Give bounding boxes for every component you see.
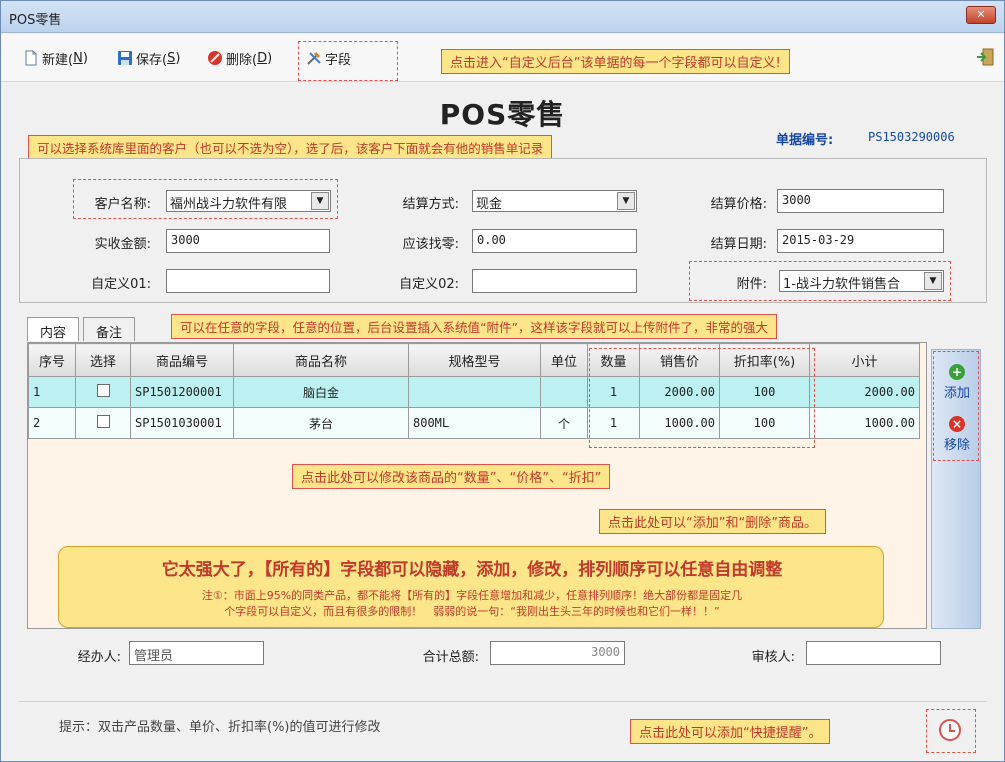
chevron-down-icon[interactable]: ▼: [311, 192, 329, 210]
row-subtotal: 1000.00: [809, 407, 920, 439]
new-doc-icon: [23, 50, 39, 66]
tab-strip: 内容 备注: [27, 317, 139, 341]
custom02-input[interactable]: [472, 269, 637, 293]
attachment-select[interactable]: 1-战斗力软件销售合 ▼: [779, 270, 944, 292]
customer-callout: 可以选择系统库里面的客户（也可以不选为空），选了后，该客户下面就会有他的销售单记…: [28, 135, 553, 160]
col-header[interactable]: 商品编号: [130, 343, 234, 377]
row-checkbox[interactable]: [96, 384, 110, 397]
add-remove-callout: 点击此处可以“添加”和“删除”商品。: [599, 509, 826, 534]
tab-remarks[interactable]: 备注: [83, 317, 136, 341]
row-unit: 个: [540, 407, 588, 439]
handler-label: 经办人:: [77, 650, 121, 665]
new-key: N: [73, 50, 83, 66]
settle-method-select[interactable]: 现金 ▼: [472, 190, 637, 212]
save-button[interactable]: 保存(S): [117, 48, 180, 68]
save-key: S: [167, 50, 176, 66]
custom01-input[interactable]: [166, 269, 330, 293]
change-input[interactable]: 0.00: [472, 229, 637, 253]
row-name: 茅台: [233, 407, 409, 439]
row-no: 1: [28, 376, 76, 408]
reminder-callout: 点击此处可以添加“快捷提醒”。: [630, 719, 831, 744]
customer-select[interactable]: 福州战斗力软件有限 ▼: [166, 190, 331, 212]
delete-icon: [207, 50, 223, 66]
doc-no-value: PS1503290006: [868, 130, 955, 144]
delete-button[interactable]: 删除(D): [207, 48, 272, 68]
new-button[interactable]: 新建(N): [23, 48, 88, 68]
pos-retail-window: POS零售 ✕ 新建(N) 保存(S) 删除(D) 字段 点击进入“自定义…: [0, 0, 1005, 762]
row-checkbox[interactable]: [96, 415, 110, 428]
row-no: 2: [28, 407, 76, 439]
row-select[interactable]: [75, 407, 131, 439]
custom02-label: 自定义02:: [399, 277, 459, 292]
window-title: POS零售: [9, 13, 62, 28]
settle-method-value: 现金: [476, 197, 503, 212]
side-actions-highlight-box: [933, 351, 979, 461]
clock-icon[interactable]: [939, 719, 961, 741]
change-label: 应该找零:: [402, 237, 459, 252]
row-name: 脑白金: [233, 376, 409, 408]
settle-date-label: 结算日期:: [710, 237, 767, 252]
field-highlight-box: [298, 41, 398, 81]
title-bar: POS零售 ✕: [1, 1, 1004, 33]
auditor-label: 审核人:: [751, 650, 795, 665]
feature-callout: 它太强大了，【所有的】字段都可以隐藏，添加，修改，排列顺序可以任意自由调整 注①…: [58, 546, 884, 628]
received-label: 实收金额:: [94, 237, 151, 252]
attachment-callout: 可以在任意的字段，任意的位置，后台设置插入系统值“附件”，这样该字段就可以上传附…: [171, 314, 777, 339]
col-header[interactable]: 单位: [540, 343, 588, 377]
save-label: 保存(: [136, 52, 168, 68]
attachment-value: 1-战斗力软件销售合: [783, 277, 900, 292]
settle-date-input[interactable]: 2015-03-29: [777, 229, 944, 253]
editable-columns-highlight-box: [589, 348, 815, 448]
col-header[interactable]: 小计: [809, 343, 920, 377]
customer-value: 福州战斗力软件有限: [170, 197, 288, 212]
chevron-down-icon[interactable]: ▼: [617, 192, 635, 210]
total-input: 3000: [490, 641, 625, 665]
tab-content[interactable]: 内容: [27, 317, 80, 341]
save-icon: [117, 50, 133, 66]
row-spec: [408, 376, 541, 408]
customer-label: 客户名称:: [94, 197, 151, 212]
col-header[interactable]: 商品名称: [233, 343, 409, 377]
attachment-label: 附件:: [736, 277, 767, 292]
new-tail: ): [82, 50, 88, 66]
feature-callout-note-1: 注①：市面上95%的同类产品，都不能将【所有的】字段任意增加和减少，任意排列顺序…: [201, 589, 743, 602]
hint-text: 提示：双击产品数量、单价、折扣率(%)的值可进行修改: [59, 720, 381, 735]
row-code: SP1501030001: [130, 407, 234, 439]
close-button[interactable]: ✕: [966, 6, 996, 24]
handler-input[interactable]: 管理员: [129, 641, 264, 665]
chevron-down-icon[interactable]: ▼: [924, 272, 942, 290]
new-label: 新建(: [42, 52, 74, 68]
delete-label: 删除(: [226, 52, 258, 68]
col-header[interactable]: 选择: [75, 343, 131, 377]
custom01-label: 自定义01:: [91, 277, 151, 292]
save-tail: ): [175, 50, 181, 66]
exit-icon[interactable]: [976, 47, 996, 67]
settle-price-label: 结算价格:: [710, 197, 767, 212]
row-unit: [540, 376, 588, 408]
modify-callout: 点击此处可以修改该商品的“数量”、“价格”、“折扣”: [292, 464, 611, 489]
col-header[interactable]: 序号: [28, 343, 76, 377]
delete-tail: ): [267, 50, 273, 66]
settle-price-input[interactable]: 3000: [777, 189, 944, 213]
row-subtotal: 2000.00: [809, 376, 920, 408]
page-title: POS零售: [439, 98, 566, 131]
feature-callout-title: 它太强大了，【所有的】字段都可以隐藏，添加，修改，排列顺序可以任意自由调整: [161, 560, 783, 580]
row-code: SP1501200001: [130, 376, 234, 408]
auditor-input[interactable]: [806, 641, 941, 665]
delete-key: D: [257, 50, 268, 66]
col-header[interactable]: 规格型号: [408, 343, 541, 377]
feature-callout-note-2: 个字段可以自定义，而且有很多的限制！ 弱弱的说一句：“我刚出生头三年的时候也和它…: [224, 605, 720, 618]
received-input[interactable]: 3000: [166, 229, 330, 253]
doc-no-label: 单据编号:: [776, 133, 834, 148]
toolbar-callout: 点击进入“自定义后台”该单据的每一个字段都可以自定义!: [441, 49, 790, 74]
row-spec: 800ML: [408, 407, 541, 439]
settle-method-label: 结算方式:: [402, 197, 459, 212]
row-select[interactable]: [75, 376, 131, 408]
total-label: 合计总额:: [422, 650, 479, 665]
